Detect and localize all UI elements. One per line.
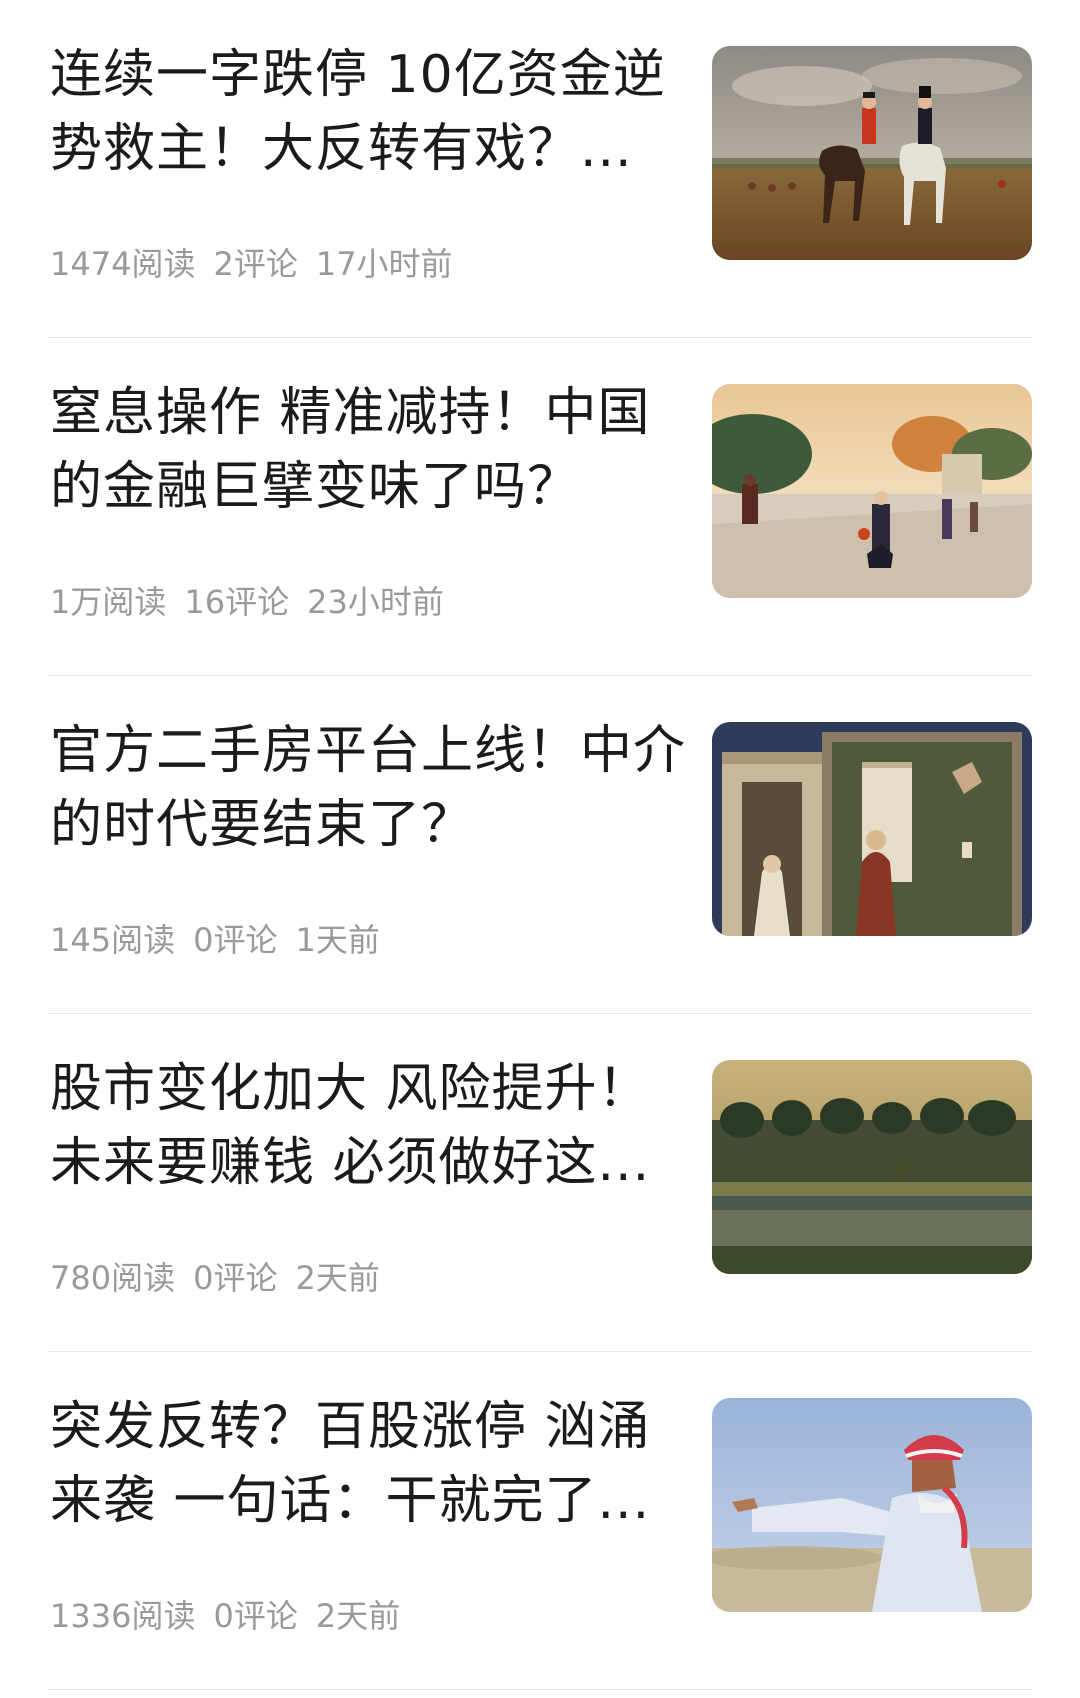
pointing-man-painting-icon[interactable]	[712, 1398, 1032, 1612]
article-meta: 780阅读 0评论 2天前	[50, 1258, 398, 1298]
article-item[interactable]: 股市变化加大 风险提升！未来要赚钱 必须做好这... 780阅读 0评论 2天前	[0, 1014, 1080, 1352]
comment-count: 0评论	[193, 1259, 278, 1297]
read-count: 1336阅读	[50, 1597, 196, 1635]
article-feed: 连续一字跌停 10亿资金逆势救主！大反转有戏？... 1474阅读 2评论 17小时…	[0, 0, 1080, 1698]
article-title[interactable]: 股市变化加大 风险提升！未来要赚钱 必须做好这...	[50, 1052, 690, 1200]
paris-street-painting-icon[interactable]	[712, 384, 1032, 598]
read-count: 145阅读	[50, 921, 176, 959]
comment-count: 0评论	[213, 1597, 298, 1635]
publish-time: 1天前	[295, 921, 380, 959]
article-meta: 1474阅读 2评论 17小时前	[50, 244, 471, 284]
publish-time: 2天前	[295, 1259, 380, 1297]
annunciation-fresco-icon[interactable]	[712, 722, 1032, 936]
article-item[interactable]: 连续一字跌停 10亿资金逆势救主！大反转有戏？... 1474阅读 2评论 17小时…	[0, 0, 1080, 338]
divider	[48, 1689, 1032, 1690]
comment-count: 16评论	[184, 583, 290, 621]
article-title[interactable]: 连续一字跌停 10亿资金逆势救主！大反转有戏？...	[50, 38, 690, 186]
article-item[interactable]: 窒息操作 精准减持！中国的金融巨擘变味了吗？ 1万阅读 16评论 23小时前	[0, 338, 1080, 676]
read-count: 1474阅读	[50, 245, 196, 283]
article-meta: 1336阅读 0评论 2天前	[50, 1596, 418, 1636]
publish-time: 23小时前	[307, 583, 444, 621]
horse-riders-painting-icon[interactable]	[712, 46, 1032, 260]
sunset-trees-painting-icon[interactable]	[712, 1060, 1032, 1274]
article-title[interactable]: 窒息操作 精准减持！中国的金融巨擘变味了吗？	[50, 376, 690, 524]
comment-count: 2评论	[213, 245, 298, 283]
publish-time: 2天前	[315, 1597, 401, 1635]
read-count: 780阅读	[50, 1259, 176, 1297]
article-meta: 1万阅读 16评论 23小时前	[50, 582, 462, 622]
article-title[interactable]: 官方二手房平台上线！中介的时代要结束了？	[50, 714, 690, 862]
article-item[interactable]: 突发反转？百股涨停 汹涌来袭 一句话：干就完了... 1336阅读 0评论 2天前	[0, 1352, 1080, 1690]
publish-time: 17小时前	[315, 245, 453, 283]
article-title[interactable]: 突发反转？百股涨停 汹涌来袭 一句话：干就完了...	[50, 1390, 690, 1538]
comment-count: 0评论	[193, 921, 278, 959]
read-count: 1万阅读	[50, 583, 167, 621]
article-item[interactable]: 官方二手房平台上线！中介的时代要结束了？ 145阅读 0评论 1天前	[0, 676, 1080, 1014]
article-meta: 145阅读 0评论 1天前	[50, 920, 398, 960]
